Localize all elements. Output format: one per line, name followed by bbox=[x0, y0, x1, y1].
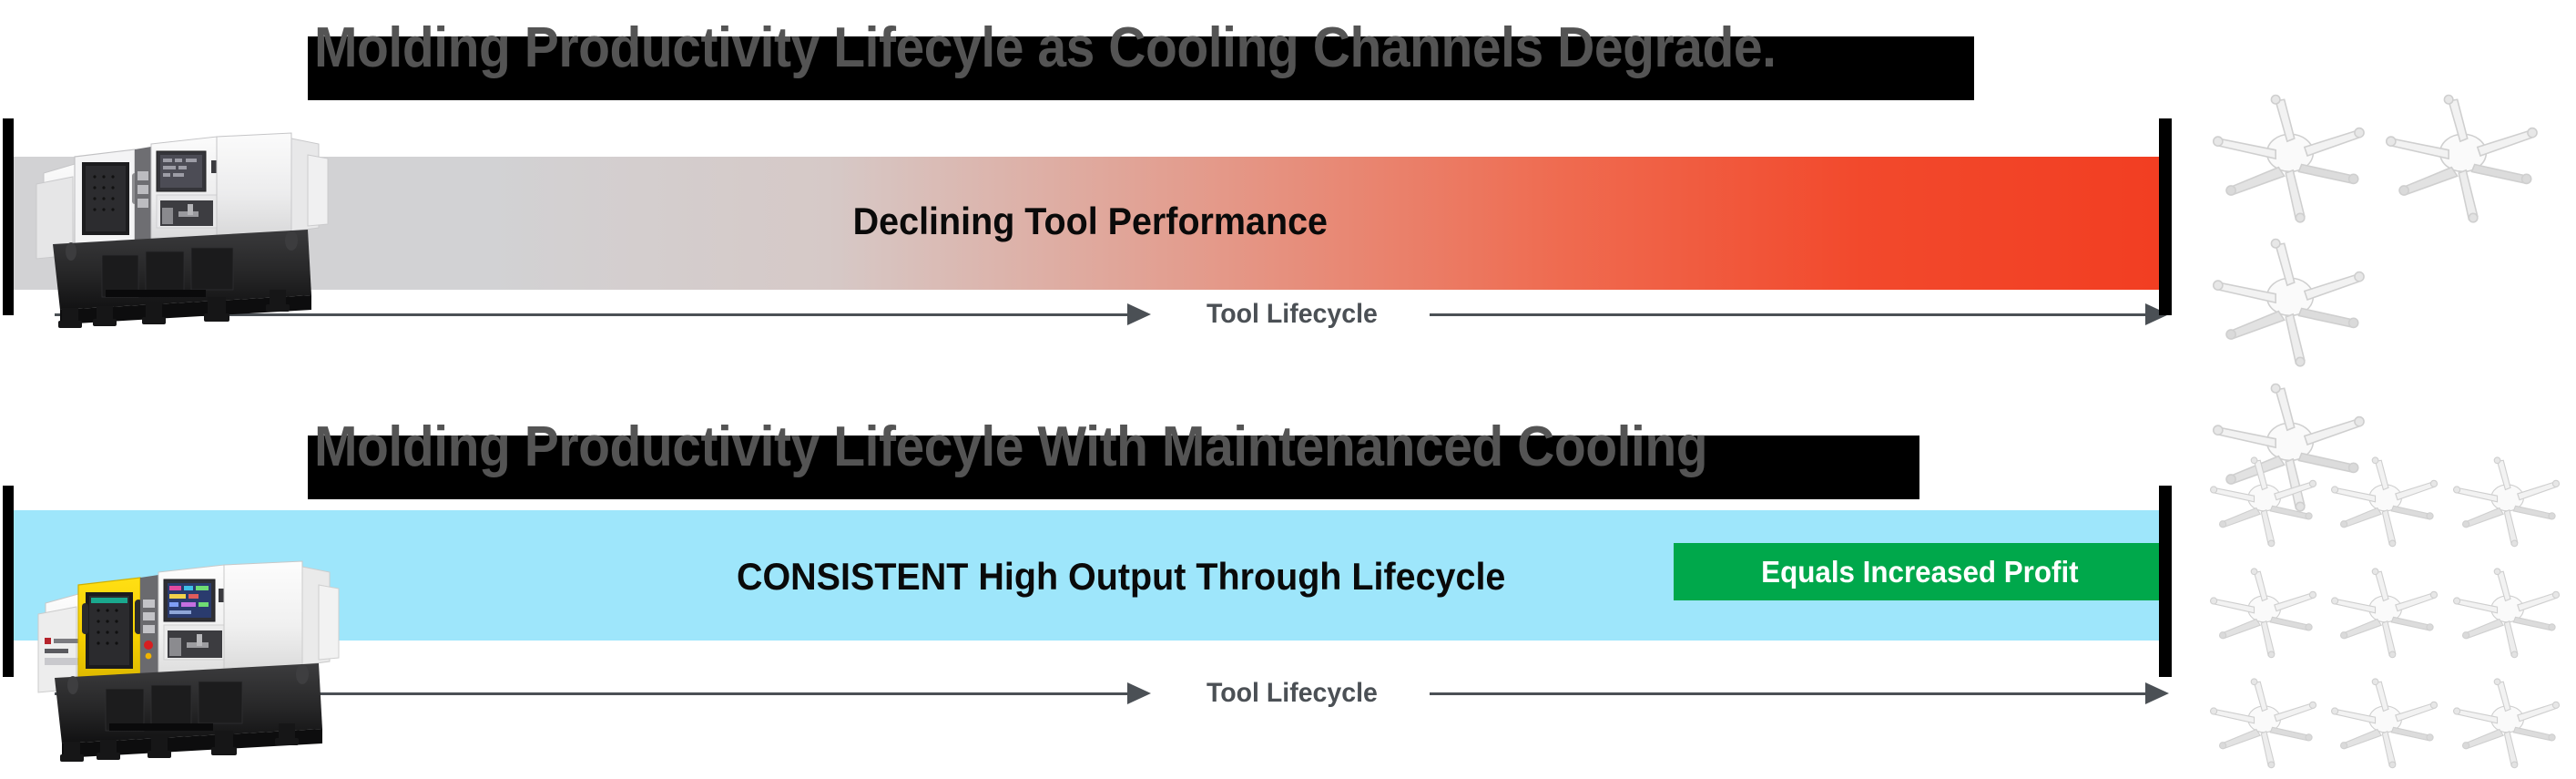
molded-part bbox=[2204, 87, 2377, 231]
molded-part bbox=[2447, 668, 2568, 779]
increased-profit-badge-label: Equals Increased Profit bbox=[1760, 554, 2079, 589]
axis-arrow-icon bbox=[1127, 303, 1151, 325]
increased-profit-badge: Equals Increased Profit bbox=[1674, 543, 2165, 600]
molded-part bbox=[2204, 231, 2377, 374]
section-2-title-band bbox=[308, 436, 1919, 499]
section-2-axis-label: Tool Lifecycle bbox=[1197, 678, 1387, 709]
molded-part bbox=[2204, 668, 2325, 779]
molded-part bbox=[2325, 668, 2446, 779]
section-1-molded-parts-grid bbox=[2204, 87, 2550, 512]
molded-part bbox=[2325, 446, 2446, 558]
molded-part bbox=[2377, 87, 2550, 231]
section-1-left-endcap bbox=[3, 118, 14, 315]
section-1-title-band bbox=[308, 36, 1974, 100]
molded-part bbox=[2447, 558, 2568, 669]
section-1-molding-machine bbox=[18, 117, 410, 344]
axis-line-right bbox=[1430, 313, 2149, 316]
section-2-bar-label: CONSISTENT High Output Through Lifecycle bbox=[736, 555, 1506, 598]
section-2-right-endcap bbox=[2159, 486, 2172, 677]
infographic-canvas: Molding Productivity Lifecyle as Cooling… bbox=[0, 0, 2576, 779]
molded-part bbox=[2204, 446, 2325, 558]
molded-part bbox=[2325, 558, 2446, 669]
section-1-right-endcap bbox=[2159, 118, 2172, 315]
molded-part bbox=[2447, 446, 2568, 558]
section-2-molding-machine bbox=[18, 547, 419, 779]
section-2-molded-parts-grid bbox=[2204, 446, 2568, 779]
section-2-left-endcap bbox=[3, 486, 14, 677]
axis-line-right bbox=[1430, 692, 2149, 695]
molded-part bbox=[2204, 558, 2325, 669]
axis-arrow-icon bbox=[1127, 682, 1151, 704]
axis-end-arrow-icon bbox=[2145, 682, 2169, 704]
section-1-axis-label: Tool Lifecycle bbox=[1197, 299, 1387, 330]
section-1-bar-label: Declining Tool Performance bbox=[852, 200, 1329, 242]
